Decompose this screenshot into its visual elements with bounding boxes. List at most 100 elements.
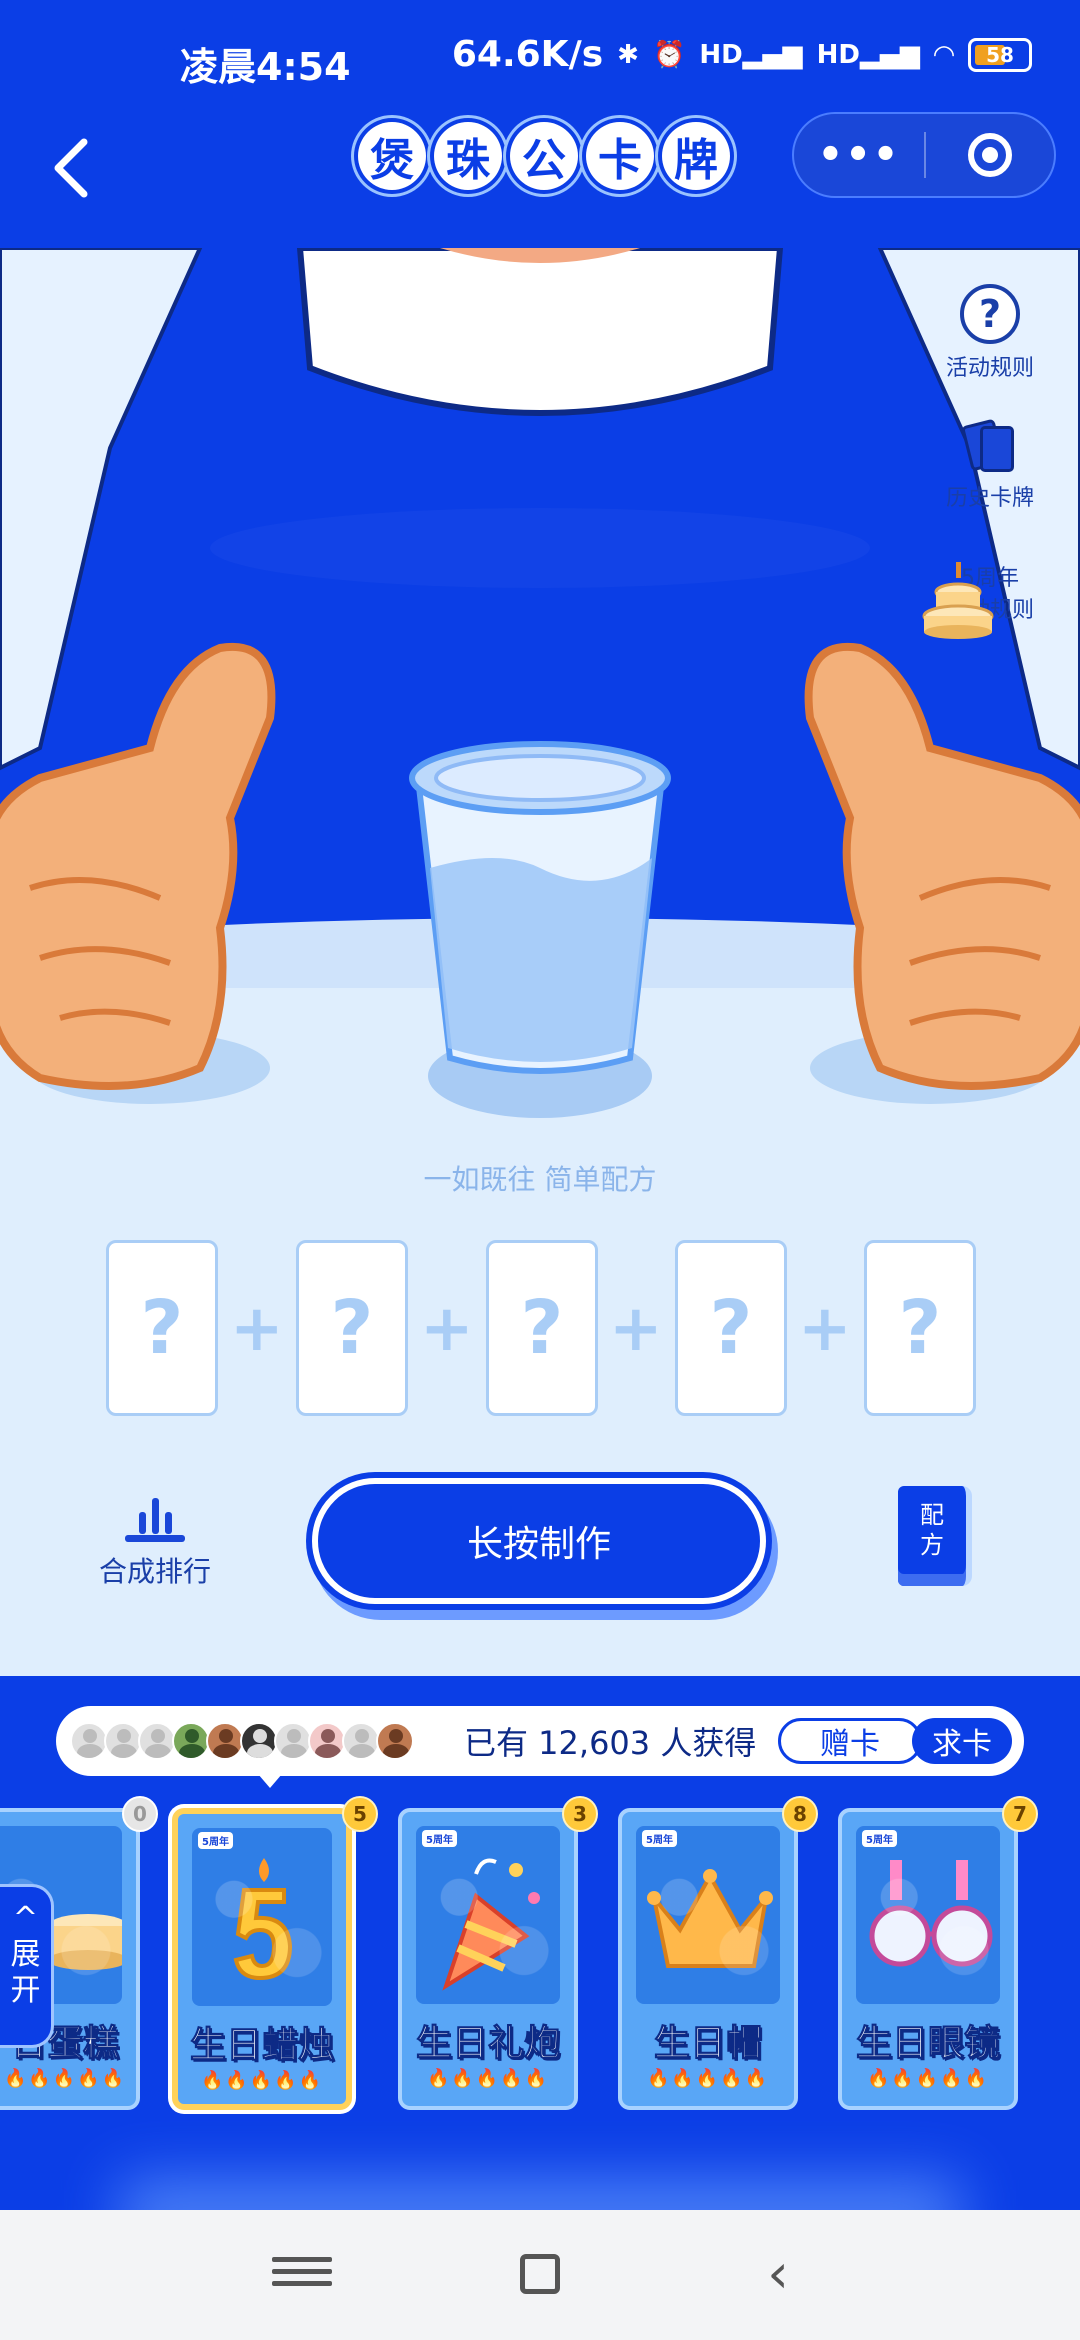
card-item[interactable]: 5周年 生日礼炮 🔥🔥🔥🔥🔥 <box>398 1808 578 2110</box>
cards-icon <box>960 418 1020 474</box>
battery-level: 58 <box>986 42 1014 67</box>
card-rarity: 🔥🔥🔥🔥🔥 <box>646 2068 770 2089</box>
card-count-badge: 0 <box>122 1796 158 1832</box>
back-chevron-icon[interactable]: ‹ <box>748 2247 808 2301</box>
avatar <box>104 1722 142 1760</box>
signal-label-1: HD <box>699 39 743 70</box>
system-nav-bar: ‹ <box>0 2210 1080 2340</box>
ingredient-slot[interactable]: ? <box>106 1240 218 1416</box>
signal-icon-2: HD▂▄▆ <box>816 39 920 70</box>
avatar <box>376 1722 414 1760</box>
card-rarity: 🔥🔥🔥🔥🔥 <box>426 2068 550 2089</box>
menu-icon[interactable] <box>272 2250 332 2300</box>
avatar <box>70 1722 108 1760</box>
page-title: 煲 珠 公 卡 牌 <box>358 122 730 190</box>
avatar <box>274 1722 312 1760</box>
anniversary-badge: 5周年 <box>642 1830 677 1847</box>
bluetooth-icon: ✱ <box>617 39 639 70</box>
net-speed: 64.6K/s <box>451 34 604 75</box>
recipe-book-button[interactable]: 配 方 <box>898 1486 972 1586</box>
long-press-make-button[interactable]: 长按制作 <box>312 1478 766 1604</box>
card-count-badge: 5 <box>342 1796 378 1832</box>
owner-avatars <box>70 1722 414 1760</box>
avatar <box>172 1722 210 1760</box>
close-miniapp-button[interactable] <box>926 133 1054 177</box>
ingredient-slot[interactable]: ? <box>296 1240 408 1416</box>
recipe-label-2: 方 <box>920 1531 944 1559</box>
card-art: 5周年 <box>636 1826 780 2004</box>
expand-label-1: 展 <box>10 1937 41 1972</box>
card-item-selected[interactable]: 5周年 生日蜡烛 🔥🔥🔥🔥🔥 <box>172 1808 352 2110</box>
home-button[interactable] <box>510 2250 570 2300</box>
ranking-label: 合成排行 <box>98 1555 211 1588</box>
back-button[interactable] <box>44 128 104 208</box>
screen: 凌晨4:54 64.6K/s ✱ ⏰ HD▂▄▆ HD▂▄▆ ◠ 58 煲 珠 … <box>0 0 1080 2340</box>
plus-sign: + <box>798 1292 852 1366</box>
signal-label-2: HD <box>816 39 860 70</box>
expand-tab[interactable]: ^ 展 开 <box>0 1884 54 2048</box>
tray-glow <box>120 2180 960 2210</box>
ingredient-slot[interactable]: ? <box>864 1240 976 1416</box>
chevron-left-icon <box>54 138 88 198</box>
more-dots-icon: ••• <box>817 132 901 178</box>
card-art: 5周年 <box>192 1828 332 2006</box>
activity-rules-label: 活动规则 <box>945 356 1034 381</box>
status-time: 凌晨4:54 <box>180 45 351 89</box>
card-name: 生日眼镜 <box>855 2023 1000 2065</box>
ingredient-slot[interactable]: ? <box>675 1240 787 1416</box>
gift-card-button[interactable]: 赠卡 <box>778 1718 922 1764</box>
history-cards-link[interactable]: 历史卡牌 <box>920 418 1060 512</box>
request-card-button[interactable]: 求卡 <box>912 1718 1012 1764</box>
recipe-label-1: 配 <box>920 1501 944 1529</box>
owners-count-text: 已有 12,603 人获得 <box>464 1724 757 1762</box>
title-char: 煲 <box>358 122 426 190</box>
avatar <box>138 1722 176 1760</box>
card-art: 5周年 <box>416 1826 560 2004</box>
anniversary-rules-link[interactable]: 5周年 活动规则 <box>920 560 1060 639</box>
ingredient-slot[interactable]: ? <box>486 1240 598 1416</box>
cake-icon <box>922 562 994 639</box>
ranking-button[interactable]: 合成排行 <box>90 1488 220 1590</box>
title-char: 卡 <box>586 122 654 190</box>
card-count-badge: 7 <box>1002 1796 1038 1832</box>
card-item[interactable]: 5周年 生日眼镜 🔥🔥🔥🔥🔥 <box>838 1808 1018 2110</box>
anniversary-badge: 5周年 <box>422 1830 457 1847</box>
card-name: 生日帽 <box>653 2023 762 2065</box>
ranking-icon <box>125 1488 185 1542</box>
avatar <box>308 1722 346 1760</box>
history-cards-label: 历史卡牌 <box>945 486 1034 511</box>
plus-sign: + <box>420 1292 474 1366</box>
card-rarity: 🔥🔥🔥🔥🔥 <box>866 2068 990 2089</box>
anniversary-badge: 5周年 <box>862 1830 897 1847</box>
avatar <box>240 1722 278 1760</box>
wifi-icon: ◠ <box>934 39 954 70</box>
card-count-badge: 3 <box>562 1796 598 1832</box>
miniapp-capsule: ••• <box>792 112 1056 198</box>
card-tray: 已有 12,603 人获得 赠卡 求卡 日蛋糕 🔥🔥🔥🔥🔥 0 5周年 生日蜡烛… <box>0 1676 1080 2210</box>
card-rarity: 🔥🔥🔥🔥🔥 <box>3 2068 127 2089</box>
card-item[interactable]: 5周年 生日帽 🔥🔥🔥🔥🔥 <box>618 1808 798 2110</box>
card-count-badge: 8 <box>782 1796 818 1832</box>
drink-cup <box>409 741 671 1074</box>
activity-rules-link[interactable]: ? 活动规则 <box>920 284 1060 382</box>
battery-icon: 58 <box>968 37 1032 72</box>
title-char: 珠 <box>434 122 502 190</box>
card-art: 5周年 <box>856 1826 1000 2004</box>
title-char: 牌 <box>662 122 730 190</box>
target-circle-icon <box>967 133 1012 177</box>
recipe-tagline: 一如既往 简单配方 <box>423 1163 657 1196</box>
title-char: 公 <box>510 122 578 190</box>
signal-icon-1: HD▂▄▆ <box>699 39 803 70</box>
card-name: 生日礼炮 <box>415 2023 560 2065</box>
anniversary-badge: 5周年 <box>198 1832 233 1849</box>
plus-sign: + <box>609 1292 663 1366</box>
owners-bar: 已有 12,603 人获得 赠卡 求卡 <box>56 1706 1024 1776</box>
more-button[interactable]: ••• <box>794 132 924 178</box>
nav-bar: 煲 珠 公 卡 牌 ••• <box>0 100 1080 248</box>
selection-pointer <box>258 1774 282 1788</box>
plus-sign: + <box>230 1292 284 1366</box>
alarm-icon: ⏰ <box>652 39 686 70</box>
card-rarity: 🔥🔥🔥🔥🔥 <box>200 2070 324 2091</box>
character-illustration <box>0 248 1080 1678</box>
avatar <box>342 1722 380 1760</box>
